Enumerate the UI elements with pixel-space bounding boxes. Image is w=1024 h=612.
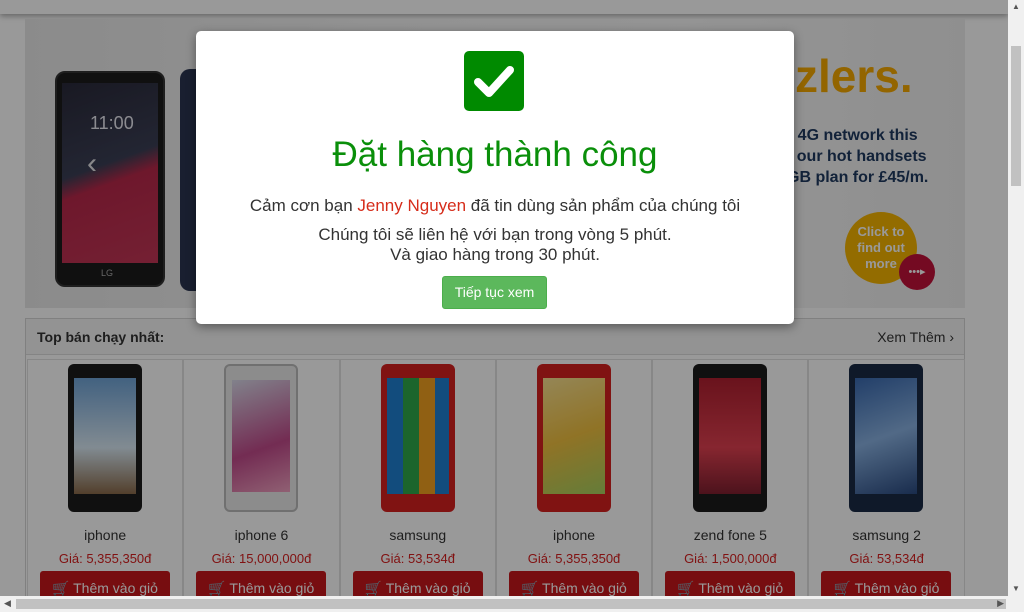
scroll-up-icon[interactable]: ▲	[1012, 2, 1020, 11]
continue-browsing-button[interactable]: Tiếp tục xem	[442, 276, 547, 309]
customer-name: Jenny Nguyen	[357, 196, 467, 215]
thanks-suffix: đã tin dùng sản phẩm của chúng tôi	[466, 196, 741, 215]
thanks-prefix: Cảm cơn bạn	[249, 196, 358, 215]
delivery-message: Và giao hàng trong 30 phút.	[390, 245, 600, 264]
scroll-left-icon[interactable]: ◀	[4, 598, 11, 609]
modal-title: Đặt hàng thành công	[332, 135, 658, 174]
thanks-message: Cảm cơn bạn Jenny Nguyen đã tin dùng sản…	[196, 196, 794, 216]
vertical-scrollbar[interactable]: ▲ ▼	[1008, 0, 1024, 596]
scroll-right-icon[interactable]: ▶	[997, 598, 1004, 609]
contact-message: Chúng tôi sẽ liên hệ với bạn trong vòng …	[318, 225, 672, 244]
scrollbar-thumb[interactable]	[16, 599, 1006, 609]
scroll-down-icon[interactable]: ▼	[1012, 584, 1020, 593]
order-success-modal: Đặt hàng thành công Cảm cơn bạn Jenny Ng…	[196, 31, 794, 324]
checkmark-icon	[464, 51, 524, 111]
horizontal-scrollbar[interactable]: ◀ ▶	[0, 596, 1024, 612]
scrollbar-thumb[interactable]	[1011, 46, 1021, 186]
